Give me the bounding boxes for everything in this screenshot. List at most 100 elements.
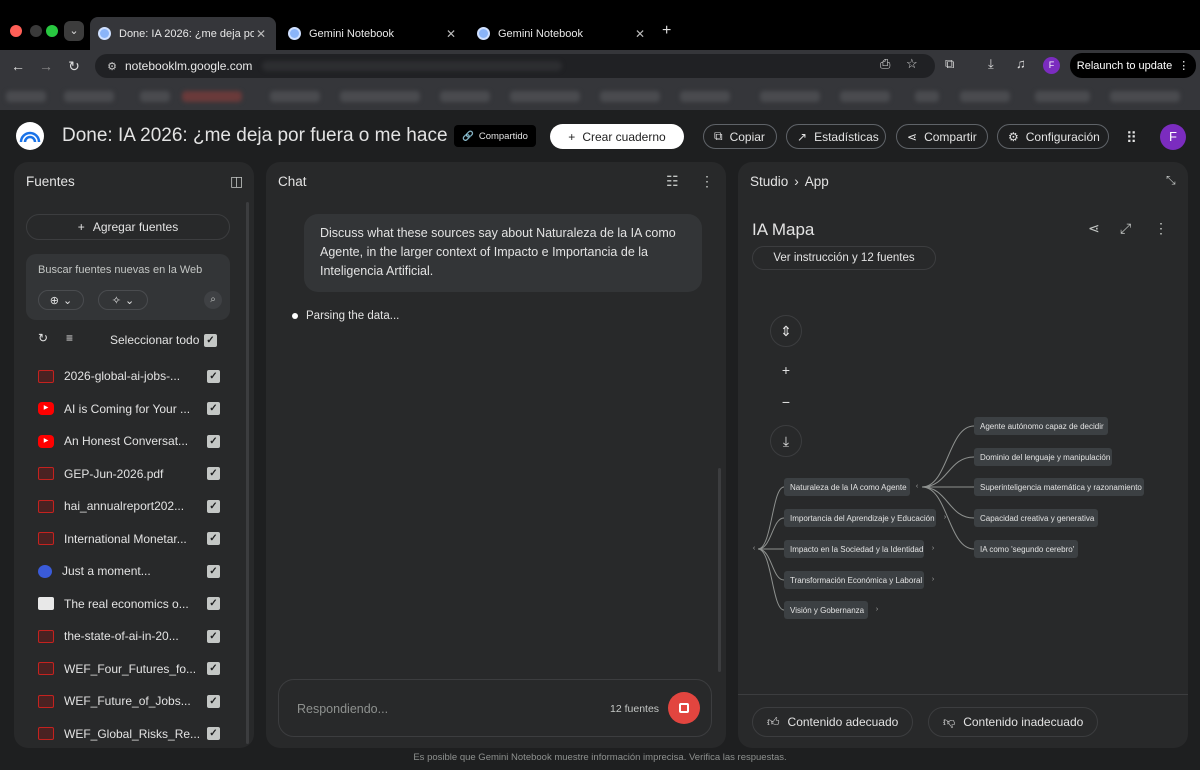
source-item[interactable]: International Monetar... ✓ bbox=[38, 530, 220, 548]
mindmap-node[interactable]: Impacto en la Sociedad y la Identidad bbox=[784, 540, 924, 558]
browser-tab-2[interactable]: Gemini Notebook ✕ bbox=[280, 17, 466, 50]
install-app-icon[interactable]: ⎙ bbox=[880, 56, 890, 72]
tab-search-button[interactable]: ⌄ bbox=[64, 21, 84, 41]
close-window-button[interactable] bbox=[10, 25, 22, 37]
source-item[interactable]: ▶ An Honest Conversat... ✓ bbox=[38, 432, 220, 450]
mindmap-node[interactable]: Importancia del Aprendizaje y Educación bbox=[784, 509, 936, 527]
select-all-row: ↻ ≡ Seleccionar todo ✓ bbox=[26, 331, 230, 349]
expand-node-icon[interactable]: › bbox=[872, 605, 882, 615]
sources-count: 12 fuentes bbox=[610, 703, 660, 715]
research-mode-dropdown[interactable]: ✧ ⌄ bbox=[98, 290, 148, 310]
browser-tab-3[interactable]: Gemini Notebook ✕ bbox=[469, 17, 655, 50]
close-tab-icon[interactable]: ✕ bbox=[254, 27, 268, 41]
mindmap-child-node[interactable]: Capacidad creativa y generativa bbox=[974, 509, 1098, 527]
media-controls-icon[interactable]: ♫ bbox=[1016, 56, 1026, 71]
source-checkbox[interactable]: ✓ bbox=[207, 467, 220, 480]
user-message: Discuss what these sources say about Nat… bbox=[304, 214, 702, 292]
close-tab-icon[interactable]: ✕ bbox=[444, 27, 458, 41]
share-icon: ⋖ bbox=[907, 129, 918, 144]
tune-icon[interactable]: ☷ bbox=[666, 173, 679, 190]
collapse-node-icon[interactable]: ‹ bbox=[912, 482, 922, 492]
site-info-icon[interactable]: ⚙ bbox=[101, 60, 123, 73]
source-item[interactable]: WEF_Four_Futures_fo... ✓ bbox=[38, 660, 220, 678]
notebook-title[interactable]: Done: IA 2026: ¿me deja por fuera o me h… bbox=[62, 125, 450, 147]
tab-title: Done: IA 2026: ¿me deja por fu bbox=[119, 27, 254, 40]
mindmap-child-node[interactable]: Superinteligencia matemática y razonamie… bbox=[974, 478, 1144, 496]
chat-scrollbar[interactable] bbox=[718, 468, 721, 672]
mindmap-node[interactable]: Transformación Económica y Laboral bbox=[784, 571, 924, 589]
pdf-file-icon bbox=[38, 369, 54, 383]
source-item[interactable]: the-state-of-ai-in-20... ✓ bbox=[38, 627, 220, 645]
reload-icon[interactable]: ↻ bbox=[64, 56, 84, 76]
expand-node-icon[interactable]: › bbox=[928, 575, 938, 585]
source-item[interactable]: WEF_Future_of_Jobs... ✓ bbox=[38, 692, 220, 710]
expand-node-icon[interactable]: › bbox=[928, 544, 938, 554]
source-label: AI is Coming for Your ... bbox=[64, 401, 191, 416]
source-item[interactable]: GEP-Jun-2026.pdf ✓ bbox=[38, 465, 220, 483]
close-tab-icon[interactable]: ✕ bbox=[633, 27, 647, 41]
stop-button[interactable] bbox=[668, 692, 700, 724]
search-submit-icon[interactable]: ⌕ bbox=[204, 291, 222, 309]
bad-content-button[interactable]: 👎︎ Contenido inadecuado bbox=[928, 707, 1099, 737]
source-item[interactable]: hai_annualreport202... ✓ bbox=[38, 497, 220, 515]
source-checkbox[interactable]: ✓ bbox=[207, 369, 220, 383]
good-content-button[interactable]: 👍︎ Contenido adecuado bbox=[752, 707, 914, 737]
extensions-icon[interactable]: ⧉ bbox=[945, 56, 954, 72]
collapse-root-icon[interactable]: ‹ bbox=[749, 544, 759, 554]
mindmap-child-node[interactable]: IA como 'segundo cerebro' bbox=[974, 540, 1078, 558]
sources-title: Fuentes bbox=[26, 174, 75, 189]
collapse-panel-icon[interactable]: ◫ bbox=[230, 173, 243, 190]
new-tab-button[interactable]: + bbox=[662, 22, 671, 40]
create-notebook-button[interactable]: + Crear cuaderno bbox=[550, 124, 684, 149]
source-checkbox[interactable]: ✓ bbox=[207, 727, 220, 740]
source-checkbox[interactable]: ✓ bbox=[207, 597, 220, 610]
minimize-window-button[interactable] bbox=[30, 25, 42, 37]
source-checkbox[interactable]: ✓ bbox=[207, 532, 220, 545]
sources-scrollbar[interactable] bbox=[246, 202, 249, 744]
forward-arrow-icon[interactable]: → bbox=[36, 56, 56, 76]
source-checkbox[interactable]: ✓ bbox=[207, 564, 220, 578]
mindmap-child-node[interactable]: Dominio del lenguaje y manipulación bbox=[974, 448, 1112, 466]
notebook-logo-icon[interactable] bbox=[16, 122, 44, 150]
maximize-window-button[interactable] bbox=[46, 25, 58, 37]
source-checkbox[interactable]: ✓ bbox=[207, 629, 220, 643]
share-button[interactable]: ⋖ Compartir bbox=[896, 124, 988, 149]
apps-grid-icon[interactable]: ⠿ bbox=[1126, 129, 1137, 147]
source-item[interactable]: 2026-global-ai-jobs-... ✓ bbox=[38, 367, 220, 385]
browser-tab-1[interactable]: Done: IA 2026: ¿me deja por fu ✕ bbox=[90, 17, 276, 50]
source-checkbox[interactable]: ✓ bbox=[207, 662, 220, 675]
mindmap-child-node[interactable]: Agente autónomo capaz de decidir bbox=[974, 417, 1108, 435]
copy-label: Copiar bbox=[729, 129, 765, 144]
expand-node-icon[interactable]: › bbox=[940, 513, 950, 523]
settings-button[interactable]: ⚙ Configuración bbox=[997, 124, 1109, 149]
stats-button[interactable]: ↗ Estadísticas bbox=[786, 124, 886, 149]
copy-button[interactable]: ⧉ Copiar bbox=[703, 124, 777, 149]
web-source-dropdown[interactable]: ⊕ ⌄ bbox=[38, 290, 84, 310]
select-all-checkbox[interactable]: ✓ bbox=[204, 334, 217, 347]
user-avatar[interactable]: F bbox=[1160, 124, 1186, 150]
source-checkbox[interactable]: ✓ bbox=[207, 694, 220, 708]
browser-profile-avatar[interactable]: F bbox=[1043, 57, 1060, 74]
source-item[interactable]: The real economics o... ✓ bbox=[38, 595, 220, 613]
source-item[interactable]: WEF_Global_Risks_Re... ✓ bbox=[38, 725, 220, 743]
source-item[interactable]: Just a moment... ✓ bbox=[38, 562, 220, 580]
source-checkbox[interactable]: ✓ bbox=[207, 434, 220, 448]
source-checkbox[interactable]: ✓ bbox=[207, 402, 220, 415]
mindmap-node[interactable]: Naturaleza de la IA como Agente bbox=[784, 478, 910, 496]
omnibox[interactable]: ⚙ notebooklm.google.com bbox=[95, 54, 935, 78]
mindmap-connectors bbox=[757, 425, 975, 611]
sort-icon[interactable]: ≡ bbox=[66, 331, 73, 345]
relaunch-button[interactable]: Relaunch to update ⋮ bbox=[1070, 53, 1196, 78]
bookmark-star-icon[interactable]: ☆ bbox=[906, 56, 918, 72]
add-sources-button[interactable]: + Agregar fuentes bbox=[26, 214, 230, 240]
mindmap-node[interactable]: Visión y Gobernanza bbox=[784, 601, 868, 619]
back-arrow-icon[interactable]: ← bbox=[8, 56, 28, 76]
web-search-box[interactable]: Buscar fuentes nuevas en la Web ⊕ ⌄ ✧ ⌄ ⌕ bbox=[26, 254, 230, 320]
chat-composer[interactable]: Respondiendo... 12 fuentes bbox=[278, 679, 712, 737]
shared-badge[interactable]: 🔗 Compartido bbox=[454, 125, 536, 147]
downloads-icon[interactable]: ⤓ bbox=[988, 56, 994, 72]
source-checkbox[interactable]: ✓ bbox=[207, 499, 220, 513]
more-vert-icon[interactable]: ⋮ bbox=[700, 173, 714, 190]
source-item[interactable]: ▶ AI is Coming for Your ... ✓ bbox=[38, 400, 220, 418]
refresh-icon[interactable]: ↻ bbox=[38, 331, 48, 345]
